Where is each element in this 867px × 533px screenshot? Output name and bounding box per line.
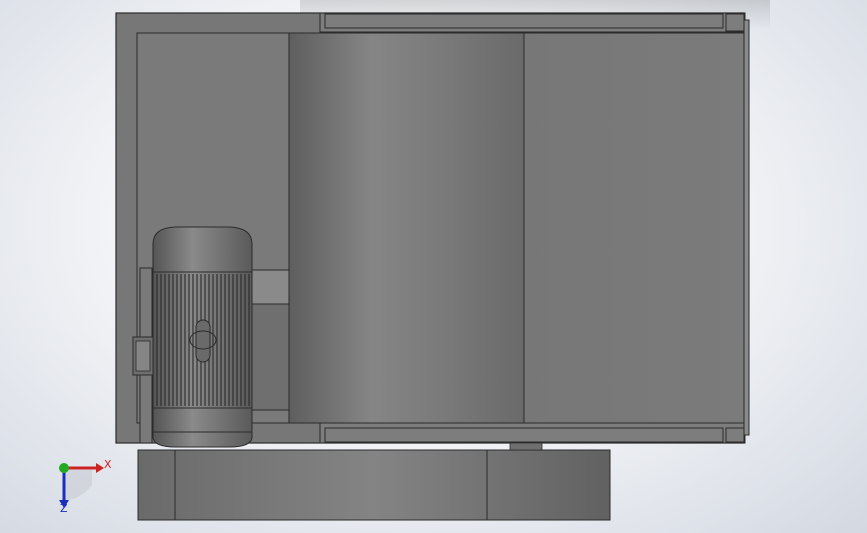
- housing-box: [523, 32, 745, 424]
- base-foot: [509, 442, 543, 451]
- triad-z-label: Z: [60, 502, 68, 515]
- triad-y-axis: [59, 463, 69, 473]
- motor-end-shield: [152, 407, 253, 448]
- base-skid[interactable]: [137, 442, 611, 521]
- base-main: [137, 449, 611, 521]
- shaft-coupling[interactable]: [251, 269, 290, 411]
- bottom-rail-inner: [324, 427, 724, 443]
- fan-housing[interactable]: [288, 32, 745, 424]
- right-flange: [743, 19, 750, 436]
- coupling-upper: [251, 269, 290, 305]
- top-rail-end: [725, 13, 745, 32]
- motor[interactable]: [152, 226, 253, 448]
- housing-cylinder: [288, 32, 525, 424]
- bottom-rail-end: [725, 427, 745, 443]
- top-rail-inner: [324, 13, 724, 29]
- reference-triad: X Z: [59, 458, 112, 515]
- motor-fan-cover: [152, 226, 253, 273]
- coupling-lower: [251, 303, 290, 411]
- triad-x-arrow: [96, 463, 104, 473]
- triad-x-label: X: [104, 458, 112, 471]
- terminal-box-cover: [135, 340, 151, 372]
- cad-graphics-area[interactable]: X Z: [0, 0, 867, 533]
